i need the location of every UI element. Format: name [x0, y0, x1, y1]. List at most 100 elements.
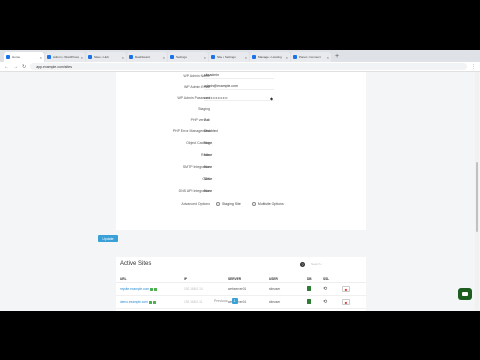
help-icon[interactable]: ?	[300, 262, 305, 267]
tab-label: Site • Settings	[217, 55, 236, 59]
check-icon	[150, 287, 154, 291]
form-row: WP Admin Name siteadmin	[116, 72, 366, 80]
close-icon[interactable]: ×	[204, 55, 206, 60]
close-icon[interactable]: ×	[40, 55, 42, 60]
database-icon[interactable]	[307, 299, 311, 304]
favicon-icon	[170, 55, 174, 59]
form-row: PHP version 7.4	[116, 116, 366, 124]
close-icon[interactable]: ×	[81, 55, 83, 60]
site-url-link[interactable]: demo.example.com	[120, 300, 156, 304]
close-icon[interactable]: ×	[163, 55, 165, 60]
chat-widget-button[interactable]	[458, 288, 472, 300]
database-icon[interactable]	[307, 286, 311, 291]
field-label: Staging	[198, 107, 210, 111]
tab-label: Dashboard	[135, 55, 150, 59]
browser-tabbar: Home × Admin • WordPress × Sites • Hub × Da…	[0, 50, 480, 62]
smtp-select[interactable]: None	[204, 165, 212, 169]
close-icon[interactable]: ×	[327, 55, 329, 60]
reload-icon[interactable]: ↻	[22, 64, 26, 70]
form-row: CDN None	[116, 175, 366, 183]
page-1-button[interactable]: 1	[231, 298, 238, 304]
screen: Home × Admin • WordPress × Sites • Hub × Da…	[0, 50, 480, 311]
delete-button[interactable]: ■	[342, 299, 350, 305]
check-icon	[148, 300, 152, 304]
site-url[interactable]: mysite.example.com	[120, 287, 149, 291]
search-input[interactable]: Search...	[311, 261, 361, 267]
site-settings-form: WP Admin Name siteadmin WP Admin Email adm…	[116, 72, 366, 230]
site-user: siteuser	[269, 287, 281, 291]
close-icon[interactable]: ×	[122, 55, 124, 60]
php-version-select[interactable]: 7.4	[204, 118, 209, 122]
site-user: siteuser	[269, 300, 281, 304]
favicon-icon	[129, 55, 133, 59]
browser-tab[interactable]: Settings ×	[168, 52, 208, 62]
section-title: Active Sites	[120, 261, 152, 267]
favicon-icon	[47, 55, 51, 59]
restore-icon[interactable]: ⟲	[323, 286, 327, 292]
browser-tab[interactable]: Home ×	[4, 52, 44, 62]
php-error-select[interactable]: Disabled	[204, 129, 218, 133]
scrollbar[interactable]	[475, 72, 479, 311]
check-icon	[152, 300, 156, 304]
new-tab-icon[interactable]: +	[335, 52, 339, 62]
column-header: SERVER	[228, 277, 242, 281]
table-row: mysite.example.com 192.168.0.10 webserve…	[116, 284, 366, 296]
browser-tab[interactable]: Manage • Hosting ×	[250, 52, 290, 62]
site-url-link[interactable]: mysite.example.com	[120, 287, 158, 291]
forward-icon[interactable]: →	[13, 64, 18, 70]
close-icon[interactable]: ×	[286, 55, 288, 60]
site-ip: 192.168.0.10	[184, 287, 203, 291]
back-icon[interactable]: ←	[4, 64, 9, 70]
site-ip: 192.168.0.11	[184, 300, 203, 304]
scrollbar-thumb[interactable]	[476, 162, 478, 232]
browser-tab[interactable]: Admin • WordPress ×	[45, 52, 85, 62]
form-row: Object Caching None	[116, 139, 366, 147]
favicon-icon	[293, 55, 297, 59]
update-button[interactable]: Update	[98, 235, 118, 242]
column-header: SSL	[323, 277, 330, 281]
form-row: WP Admin Email admin@example.com	[116, 83, 366, 91]
column-header: DB	[307, 277, 312, 281]
table-header: URL IP SERVER USER DB SSL	[116, 277, 366, 283]
admin-password-field[interactable]: ••••••••••••••	[204, 95, 274, 101]
delete-button[interactable]: ■	[342, 286, 350, 292]
browser-tab[interactable]: Site • Settings ×	[209, 52, 249, 62]
tab-label: Panel • Connect	[299, 55, 321, 59]
active-sites-card: Active Sites ? Search... URL IP SERVER U…	[116, 257, 366, 311]
page-content: WP Admin Name siteadmin WP Admin Email adm…	[0, 72, 480, 311]
column-header: IP	[184, 277, 188, 281]
favicon-icon	[211, 55, 215, 59]
option-label: Multisite Options	[257, 201, 284, 206]
option-label: Staging Site	[222, 201, 241, 206]
url-input[interactable]: app.example.com/sites	[30, 63, 467, 70]
redis-select[interactable]: None	[204, 153, 212, 157]
tab-label: Home	[12, 55, 21, 59]
site-url[interactable]: demo.example.com	[120, 300, 148, 304]
menu-icon[interactable]: ⋮	[471, 64, 476, 70]
previous-page-link[interactable]: Previous	[214, 299, 228, 303]
browser-tab[interactable]: Sites • Hub ×	[86, 52, 126, 62]
multisite-options-radio[interactable]	[251, 202, 256, 207]
favicon-icon	[6, 55, 10, 59]
admin-email-field[interactable]: admin@example.com	[204, 84, 274, 90]
column-header: URL	[120, 277, 127, 281]
dns-api-select[interactable]: None	[204, 189, 212, 193]
form-row: Staging	[116, 105, 366, 113]
form-row: Redis None	[116, 151, 366, 159]
site-server: webserver01	[228, 287, 247, 291]
form-row: WP Admin Password •••••••••••••• ◆	[116, 94, 366, 102]
object-caching-select[interactable]: None	[204, 141, 212, 145]
restore-icon[interactable]: ⟲	[323, 299, 327, 305]
browser-tab[interactable]: Panel • Connect ×	[291, 52, 331, 62]
staging-site-radio[interactable]	[216, 202, 220, 207]
check-icon	[154, 287, 158, 291]
cdn-select[interactable]: None	[204, 177, 212, 181]
show-password-icon[interactable]: ◆	[270, 96, 273, 101]
table-row: demo.example.com 192.168.0.11 webserver0…	[116, 297, 366, 309]
close-icon[interactable]: ×	[245, 55, 247, 60]
admin-name-field[interactable]: siteadmin	[204, 73, 274, 79]
browser-tab[interactable]: Dashboard ×	[127, 52, 167, 62]
tab-label: Admin • WordPress	[53, 55, 79, 59]
favicon-icon	[88, 55, 92, 59]
chat-icon	[462, 292, 468, 296]
